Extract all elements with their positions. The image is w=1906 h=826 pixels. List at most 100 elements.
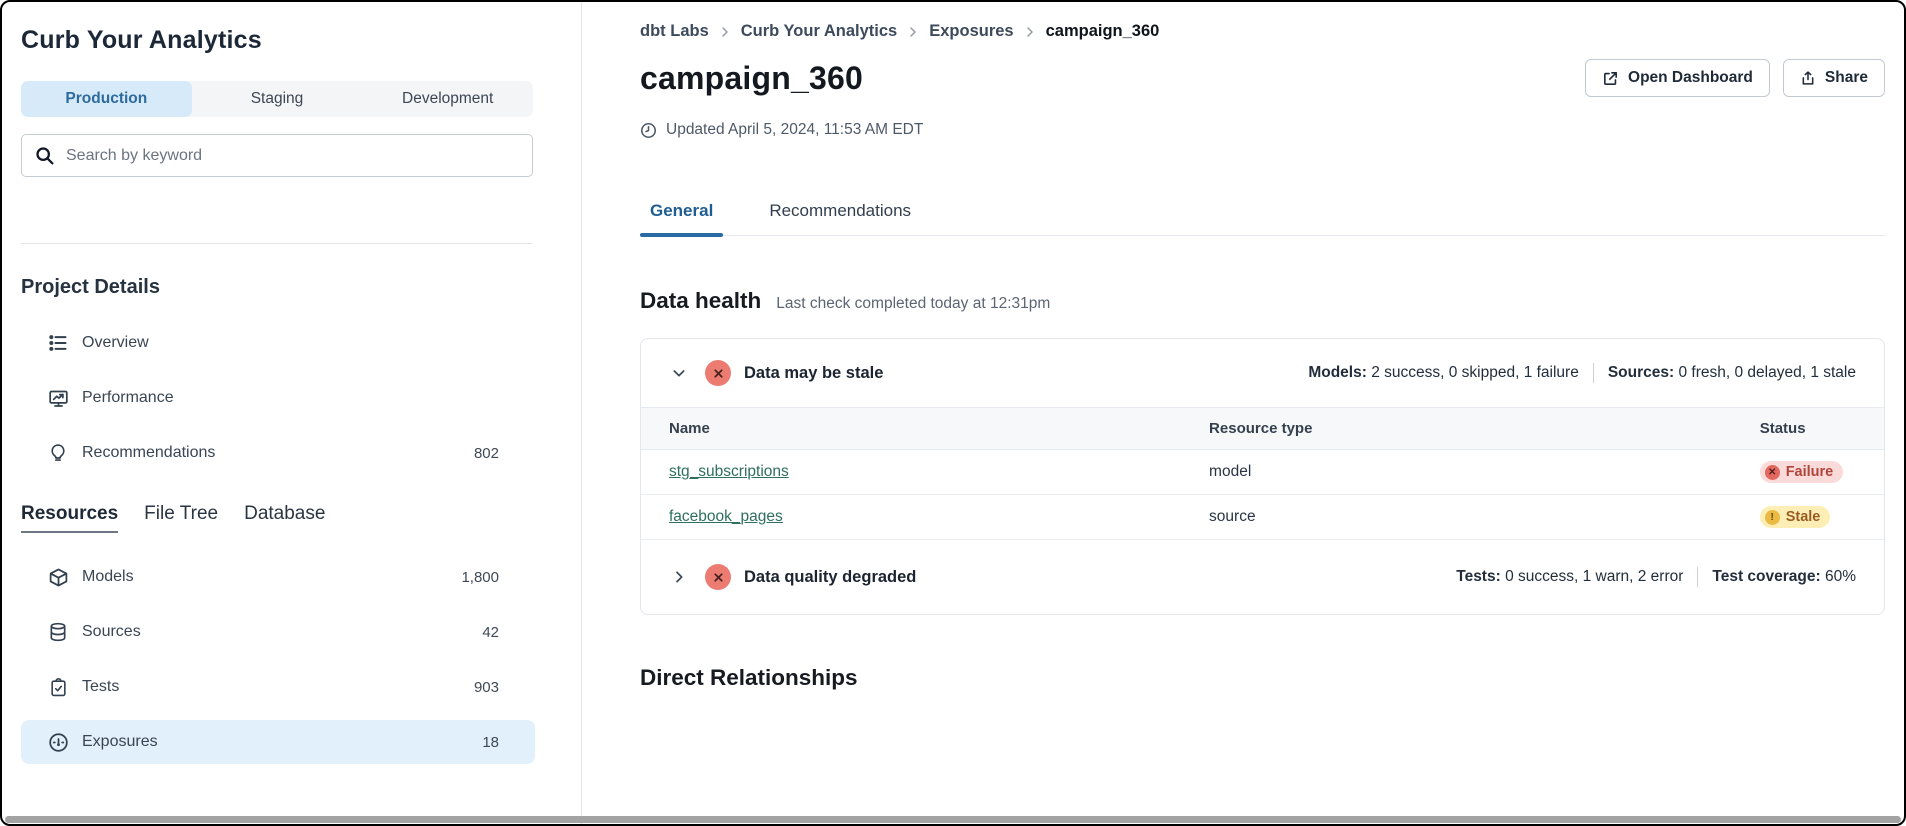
sidebar-item-performance[interactable]: Performance: [21, 376, 535, 420]
item-count: 802: [474, 445, 499, 462]
chevron-down-icon[interactable]: [669, 363, 689, 383]
column-header-name: Name: [641, 408, 1209, 450]
search-input[interactable]: [66, 147, 520, 165]
data-health-heading: Data health: [640, 288, 761, 314]
models-stat-label: Models:: [1308, 364, 1367, 381]
main-content: dbt Labs Curb Your Analytics Exposures c…: [582, 2, 1904, 824]
sidebar-item-label: Models: [82, 568, 134, 586]
stat-divider: [1697, 567, 1698, 587]
list-icon: [47, 332, 69, 354]
sidebar-item-label: Exposures: [82, 733, 158, 751]
sidebar-divider: [21, 243, 533, 244]
search-icon: [34, 145, 55, 166]
item-count: 903: [474, 679, 499, 696]
status-badge-label: Failure: [1786, 464, 1834, 480]
resource-link[interactable]: stg_subscriptions: [669, 463, 789, 480]
sources-stat-label: Sources:: [1608, 364, 1674, 381]
tests-stat-label: Tests:: [1456, 568, 1501, 585]
resource-view-tabs: Resources File Tree Database: [21, 503, 581, 533]
item-count: 1,800: [461, 569, 499, 586]
breadcrumb: dbt Labs Curb Your Analytics Exposures c…: [640, 22, 1885, 41]
status-badge-label: Stale: [1786, 509, 1821, 525]
resource-type-cell: source: [1209, 495, 1760, 540]
direct-relationships-heading: Direct Relationships: [640, 665, 1885, 691]
tab-production[interactable]: Production: [21, 81, 192, 117]
sidebar-item-models[interactable]: Models 1,800: [21, 555, 535, 599]
clock-icon: [640, 122, 657, 139]
status-badge-failure: ✕ Failure: [1760, 461, 1844, 483]
sidebar: Curb Your Analytics Production Staging D…: [2, 2, 582, 824]
sidebar-item-recommendations[interactable]: Recommendations 802: [21, 431, 535, 475]
quality-section-title: Data quality degraded: [744, 568, 916, 587]
tab-development[interactable]: Development: [362, 81, 533, 117]
error-status-icon: [705, 360, 731, 386]
data-health-card: Data may be stale Models: 2 success, 0 s…: [640, 338, 1885, 615]
status-badge-stale: ! Stale: [1760, 506, 1831, 528]
sidebar-item-tests[interactable]: Tests 903: [21, 665, 535, 709]
table-row: facebook_pages source ! Stale: [641, 495, 1884, 540]
search-box[interactable]: [21, 134, 533, 177]
tab-staging[interactable]: Staging: [192, 81, 363, 117]
environment-tabs: Production Staging Development: [21, 81, 533, 117]
resources-nav: Models 1,800 Sources 42 Tests 903: [21, 555, 581, 764]
tab-file-tree[interactable]: File Tree: [144, 503, 218, 533]
lightbulb-icon: [47, 442, 69, 464]
page-title: campaign_360: [640, 60, 863, 97]
share-label: Share: [1825, 69, 1868, 87]
item-count: 42: [482, 624, 499, 641]
stale-section-row[interactable]: Data may be stale Models: 2 success, 0 s…: [641, 339, 1884, 407]
stale-exclamation-icon: !: [1765, 510, 1780, 525]
open-dashboard-label: Open Dashboard: [1628, 69, 1753, 87]
sidebar-item-overview[interactable]: Overview: [21, 321, 535, 365]
stat-divider: [1593, 363, 1594, 383]
open-dashboard-button[interactable]: Open Dashboard: [1585, 59, 1770, 97]
stale-section-stats: Models: 2 success, 0 skipped, 1 failure …: [1308, 363, 1856, 383]
gauge-icon: [47, 731, 69, 753]
breadcrumb-dbt-labs[interactable]: dbt Labs: [640, 22, 709, 41]
cube-icon: [47, 566, 69, 588]
performance-icon: [47, 387, 69, 409]
app-window: Curb Your Analytics Production Staging D…: [0, 0, 1906, 826]
horizontal-scrollbar[interactable]: [5, 816, 1901, 823]
tab-database[interactable]: Database: [244, 503, 325, 533]
column-header-status: Status: [1760, 408, 1884, 450]
external-link-icon: [1602, 70, 1619, 87]
sidebar-item-label: Performance: [82, 389, 174, 407]
sources-stat-value: 0 fresh, 0 delayed, 1 stale: [1674, 364, 1856, 381]
item-count: 18: [482, 734, 499, 751]
table-row: stg_subscriptions model ✕ Failure: [641, 450, 1884, 495]
stale-section-title: Data may be stale: [744, 364, 883, 383]
share-button[interactable]: Share: [1783, 59, 1885, 97]
breadcrumb-project[interactable]: Curb Your Analytics: [741, 22, 897, 41]
share-icon: [1800, 70, 1816, 87]
coverage-stat-value: 60%: [1821, 568, 1856, 585]
last-check-text: Last check completed today at 12:31pm: [776, 295, 1050, 313]
updated-text: Updated April 5, 2024, 11:53 AM EDT: [666, 121, 923, 139]
sidebar-item-exposures[interactable]: Exposures 18: [21, 720, 535, 764]
quality-section-stats: Tests: 0 success, 1 warn, 2 error Test c…: [1456, 567, 1856, 587]
sidebar-item-label: Overview: [82, 334, 149, 352]
resource-link[interactable]: facebook_pages: [669, 508, 783, 525]
page-tabs: General Recommendations: [640, 201, 1885, 236]
sidebar-item-label: Tests: [82, 678, 119, 696]
tab-general[interactable]: General: [640, 201, 723, 235]
tab-resources[interactable]: Resources: [21, 503, 118, 533]
chevron-right-icon: [1024, 26, 1036, 38]
breadcrumb-exposures[interactable]: Exposures: [929, 22, 1013, 41]
project-details-nav: Overview Performance Recommendations 802: [21, 321, 581, 475]
stale-resources-table: Name Resource type Status stg_subscripti…: [641, 407, 1884, 540]
sidebar-item-label: Recommendations: [82, 444, 215, 462]
database-icon: [47, 621, 69, 643]
tab-recommendations[interactable]: Recommendations: [759, 201, 921, 235]
table-header-row: Name Resource type Status: [641, 408, 1884, 450]
column-header-type: Resource type: [1209, 408, 1760, 450]
updated-timestamp: Updated April 5, 2024, 11:53 AM EDT: [640, 121, 1885, 139]
tests-stat-value: 0 success, 1 warn, 2 error: [1501, 568, 1684, 585]
chevron-right-icon: [719, 26, 731, 38]
chevron-right-icon: [907, 26, 919, 38]
sidebar-item-label: Sources: [82, 623, 141, 641]
sidebar-item-sources[interactable]: Sources 42: [21, 610, 535, 654]
resource-type-cell: model: [1209, 450, 1760, 495]
chevron-right-icon[interactable]: [669, 567, 689, 587]
quality-section-row[interactable]: Data quality degraded Tests: 0 success, …: [641, 540, 1884, 614]
